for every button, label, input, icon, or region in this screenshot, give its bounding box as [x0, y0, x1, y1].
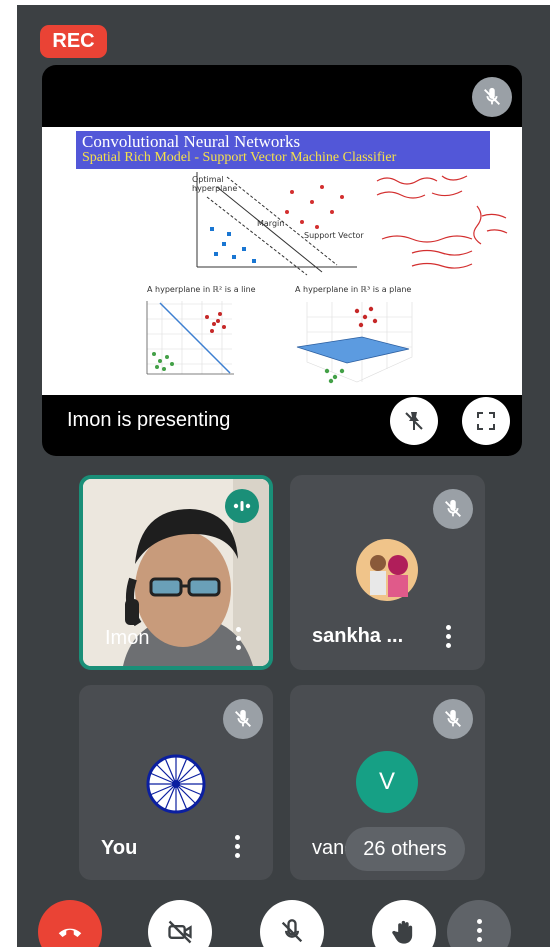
more-vert-icon[interactable]	[231, 627, 245, 653]
camera-off-icon	[168, 920, 192, 944]
more-vert-icon	[472, 919, 486, 945]
speaking-indicator	[225, 489, 259, 523]
mic-off-icon	[281, 919, 303, 943]
shared-slide: Convolutional Neural Networks Spatial Ri…	[42, 127, 522, 395]
svm-label-margin: Margin	[257, 219, 285, 228]
mic-toggle-button[interactable]	[260, 900, 324, 947]
slide-subtitle: Spatial Rich Model - Support Vector Mach…	[82, 150, 397, 165]
more-vert-icon[interactable]	[230, 835, 244, 861]
participant-tile-you[interactable]: You	[79, 685, 273, 880]
end-call-icon	[58, 928, 82, 937]
raise-hand-button[interactable]	[372, 900, 436, 947]
mic-off-icon	[433, 699, 473, 739]
svm-label-support-vector: Support Vector	[304, 231, 364, 240]
end-call-button[interactable]	[38, 900, 102, 947]
recording-badge: REC	[40, 25, 107, 58]
fullscreen-button[interactable]	[462, 397, 510, 445]
handwritten-notes	[376, 175, 508, 269]
unpin-button[interactable]	[390, 397, 438, 445]
avatar	[356, 539, 418, 601]
slide-caption-right: A hyperplane in ℝ³ is a plane	[295, 285, 412, 294]
pin-off-icon	[405, 412, 423, 430]
raise-hand-icon	[392, 920, 413, 944]
presenter-label: Imon is presenting	[67, 409, 231, 431]
others-chip[interactable]: 26 others	[345, 827, 465, 871]
presentation-mic-off-icon	[472, 77, 512, 117]
slide-title: Convolutional Neural Networks	[82, 132, 301, 151]
participant-name: Imon	[105, 627, 150, 649]
participant-name: sankha ...	[312, 625, 404, 647]
hyperplane-3d-plot	[296, 302, 413, 384]
participant-tile-sankha[interactable]: sankha ...	[290, 475, 485, 670]
presentation-tile[interactable]: Convolutional Neural Networks Spatial Ri…	[42, 65, 522, 456]
meeting-screen: REC Convolutional Neural Networks Spatia…	[17, 5, 550, 947]
slide-title-bar: Convolutional Neural Networks Spatial Ri…	[76, 131, 490, 169]
speaking-icon	[233, 501, 251, 511]
ashoka-chakra-avatar	[146, 754, 206, 814]
more-options-button[interactable]	[447, 900, 511, 947]
avatar: V	[356, 751, 418, 813]
participant-tile-imon[interactable]: Imon	[79, 475, 273, 670]
slide-caption-left: A hyperplane in ℝ² is a line	[147, 285, 256, 294]
mic-off-icon	[223, 699, 263, 739]
camera-toggle-button[interactable]	[148, 900, 212, 947]
mic-off-icon	[433, 489, 473, 529]
participant-name: You	[101, 837, 138, 859]
more-vert-icon[interactable]	[441, 625, 455, 651]
svm-label-hyperplane: Optimal hyperplane	[192, 175, 238, 193]
hyperplane-2d-plot	[146, 301, 234, 375]
fullscreen-icon	[477, 412, 495, 430]
